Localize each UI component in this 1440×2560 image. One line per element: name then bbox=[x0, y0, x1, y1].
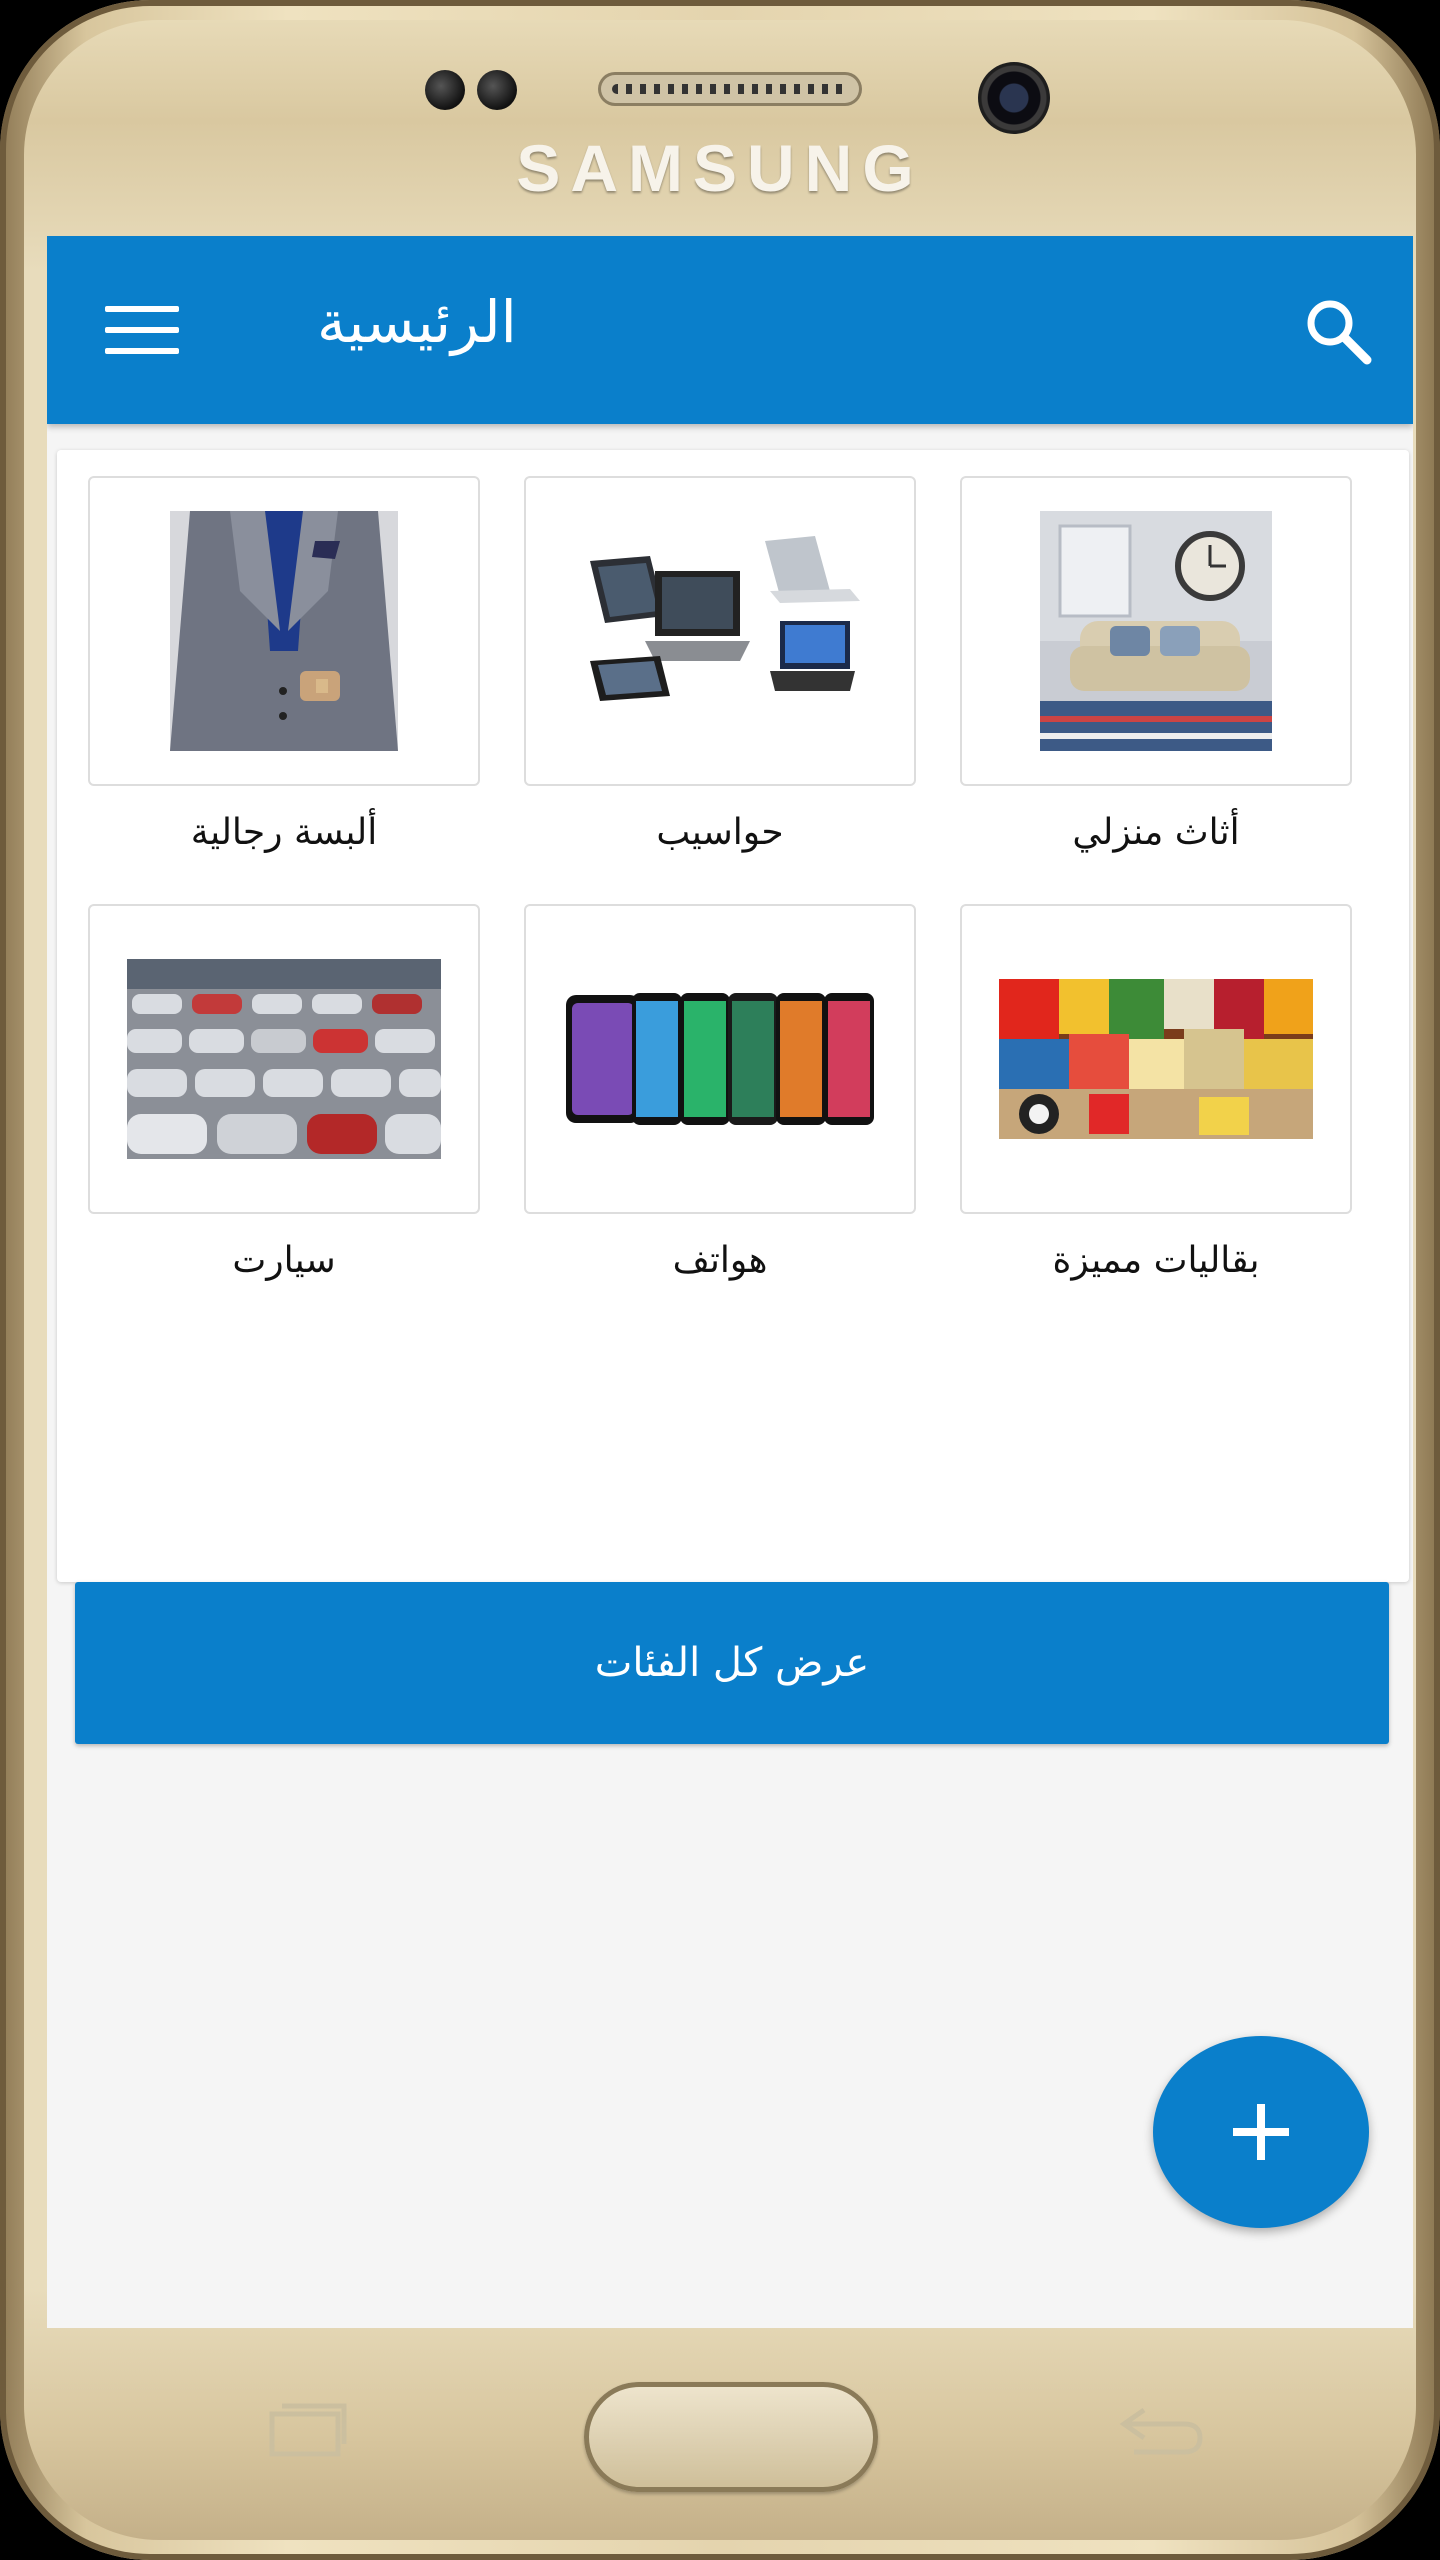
earpiece-speaker bbox=[598, 72, 862, 106]
category-label: أثاث منزلي bbox=[1072, 812, 1240, 853]
front-camera bbox=[978, 62, 1050, 134]
category-label: هواتف bbox=[672, 1240, 768, 1281]
view-all-categories-button[interactable]: عرض كل الفئات bbox=[75, 1582, 1389, 1744]
category-image-frame bbox=[524, 476, 916, 786]
category-image-frame bbox=[524, 904, 916, 1214]
groceries-photo bbox=[999, 979, 1313, 1139]
phones-photo bbox=[566, 989, 874, 1129]
category-tile-groceries[interactable]: بقاليات مميزة bbox=[939, 904, 1373, 1281]
app-screen: الرئيسية أثاث منزلي حواسيب ألبسة رجالية … bbox=[47, 236, 1413, 2328]
app-bar: الرئيسية bbox=[47, 236, 1413, 424]
add-fab-button[interactable] bbox=[1153, 2036, 1369, 2228]
furniture-photo bbox=[1040, 511, 1272, 751]
category-tile-furniture[interactable]: أثاث منزلي bbox=[939, 476, 1373, 853]
home-button[interactable] bbox=[584, 2382, 878, 2492]
category-tile-mens-clothing[interactable]: ألبسة رجالية bbox=[67, 476, 501, 853]
category-label: بقاليات مميزة bbox=[1052, 1240, 1260, 1281]
cars-photo bbox=[127, 959, 441, 1159]
category-image-frame bbox=[88, 476, 480, 786]
category-label: حواسيب bbox=[656, 812, 784, 853]
recent-apps-icon[interactable] bbox=[268, 2400, 348, 2460]
front-sensors bbox=[425, 70, 517, 110]
categories-card: أثاث منزلي حواسيب ألبسة رجالية بقاليات م… bbox=[57, 450, 1409, 1744]
back-icon[interactable] bbox=[1114, 2400, 1206, 2460]
category-image-frame bbox=[88, 904, 480, 1214]
computers-photo bbox=[570, 531, 870, 731]
category-tile-phones[interactable]: هواتف bbox=[503, 904, 937, 1281]
phone-frame: SAMSUNG الرئيسية أثاث منزلي حواسيب ألبسة… bbox=[0, 0, 1440, 2560]
category-tile-computers[interactable]: حواسيب bbox=[503, 476, 937, 853]
plus-icon bbox=[1233, 2104, 1289, 2160]
category-tile-cars[interactable]: سيارت bbox=[67, 904, 501, 1281]
category-image-frame bbox=[960, 476, 1352, 786]
brand-logo: SAMSUNG bbox=[516, 131, 924, 205]
category-label: سيارت bbox=[232, 1240, 336, 1281]
search-icon[interactable] bbox=[1303, 296, 1373, 366]
mens-clothing-photo bbox=[170, 511, 398, 751]
category-image-frame bbox=[960, 904, 1352, 1214]
hamburger-menu-icon[interactable] bbox=[105, 306, 179, 354]
category-label: ألبسة رجالية bbox=[190, 812, 378, 853]
page-title: الرئيسية bbox=[317, 288, 517, 356]
